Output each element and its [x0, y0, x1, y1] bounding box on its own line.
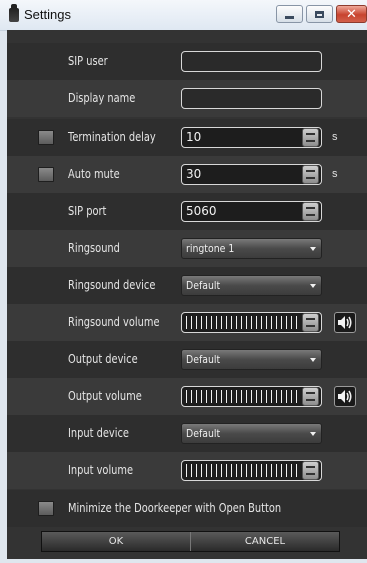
row-auto-mute: Auto mute 30 s — [7, 156, 367, 193]
minimize-icon — [285, 15, 294, 19]
speaker-icon — [338, 316, 352, 329]
speaker-icon — [338, 390, 352, 403]
termination-delay-input[interactable]: 10 — [181, 127, 322, 148]
row-sip-port: SIP port 5060 — [7, 193, 367, 230]
input-volume-slider[interactable] — [181, 460, 322, 481]
minimize-option-label: Minimize the Doorkeeper with Open Button — [68, 501, 282, 515]
ringsound-device-select[interactable]: Default — [181, 275, 322, 296]
close-icon: ✕ — [346, 6, 357, 22]
ringsound-speaker-button[interactable] — [334, 312, 356, 333]
ringsound-volume-fill — [186, 316, 301, 329]
output-speaker-button[interactable] — [334, 386, 356, 407]
input-volume-spinner[interactable] — [302, 461, 319, 480]
display-name-label: Display name — [68, 91, 136, 105]
display-name-input[interactable] — [181, 88, 322, 109]
auto-mute-spinner[interactable] — [302, 165, 319, 184]
ok-button[interactable]: OK — [42, 532, 191, 551]
input-device-select[interactable]: Default — [181, 423, 322, 444]
input-volume-fill — [186, 464, 301, 477]
row-display-name: Display name — [7, 80, 367, 117]
chevron-down-icon — [310, 247, 316, 251]
sip-port-label: SIP port — [68, 204, 107, 218]
settings-window: Settings ✕ SIP user Display name Termina… — [0, 0, 367, 563]
termination-delay-label: Termination delay — [68, 130, 156, 144]
auto-mute-input[interactable]: 30 — [181, 164, 322, 185]
input-volume-label: Input volume — [68, 463, 134, 477]
output-device-value: Default — [186, 353, 221, 366]
ringsound-label: Ringsound — [68, 241, 120, 255]
input-device-value: Default — [186, 427, 221, 440]
row-minimize-option: Minimize the Doorkeeper with Open Button — [7, 490, 367, 527]
termination-delay-checkbox[interactable] — [38, 130, 54, 145]
termination-delay-spinner[interactable] — [302, 128, 319, 147]
ringsound-device-value: Default — [186, 279, 221, 292]
row-input-device: Input device Default — [7, 415, 367, 452]
minimize-button[interactable] — [276, 5, 303, 23]
output-volume-fill — [186, 390, 301, 403]
row-input-volume: Input volume — [7, 452, 367, 489]
sip-user-input[interactable] — [181, 51, 322, 72]
minimize-option-checkbox[interactable] — [38, 501, 54, 516]
chevron-down-icon — [310, 358, 316, 362]
sip-port-input[interactable]: 5060 — [181, 201, 322, 222]
output-volume-spinner[interactable] — [302, 387, 319, 406]
maximize-button[interactable] — [306, 5, 333, 23]
output-volume-slider[interactable] — [181, 386, 322, 407]
auto-mute-checkbox[interactable] — [38, 167, 54, 182]
row-output-volume: Output volume — [7, 378, 367, 415]
close-button[interactable]: ✕ — [336, 5, 367, 23]
row-ringsound-device: Ringsound device Default — [7, 267, 367, 304]
ringsound-volume-spinner[interactable] — [302, 313, 319, 332]
footer-buttons: OK CANCEL — [41, 531, 340, 552]
ringsound-select[interactable]: ringtone 1 — [181, 238, 322, 259]
title-bar[interactable]: Settings ✕ — [0, 0, 367, 31]
output-volume-label: Output volume — [68, 389, 142, 403]
auto-mute-unit: s — [332, 168, 338, 180]
window-title: Settings — [24, 7, 71, 22]
output-device-select[interactable]: Default — [181, 349, 322, 370]
row-output-device: Output device Default — [7, 341, 367, 378]
sip-user-label: SIP user — [68, 54, 108, 68]
maximize-icon — [315, 10, 324, 18]
chevron-down-icon — [310, 432, 316, 436]
ringsound-value: ringtone 1 — [186, 242, 235, 255]
row-sip-user: SIP user — [7, 43, 367, 80]
row-termination-delay: Termination delay 10 s — [7, 119, 367, 156]
output-device-label: Output device — [68, 352, 138, 366]
row-ringsound-volume: Ringsound volume — [7, 304, 367, 341]
chevron-down-icon — [310, 284, 316, 288]
ringsound-volume-slider[interactable] — [181, 312, 322, 333]
sip-port-spinner[interactable] — [302, 202, 319, 221]
row-ringsound: Ringsound ringtone 1 — [7, 230, 367, 267]
termination-delay-unit: s — [332, 131, 338, 143]
input-device-label: Input device — [68, 426, 129, 440]
app-icon — [9, 4, 19, 22]
cancel-button[interactable]: CANCEL — [191, 532, 339, 551]
ringsound-device-label: Ringsound device — [68, 278, 156, 292]
auto-mute-label: Auto mute — [68, 167, 120, 181]
ringsound-volume-label: Ringsound volume — [68, 315, 160, 329]
